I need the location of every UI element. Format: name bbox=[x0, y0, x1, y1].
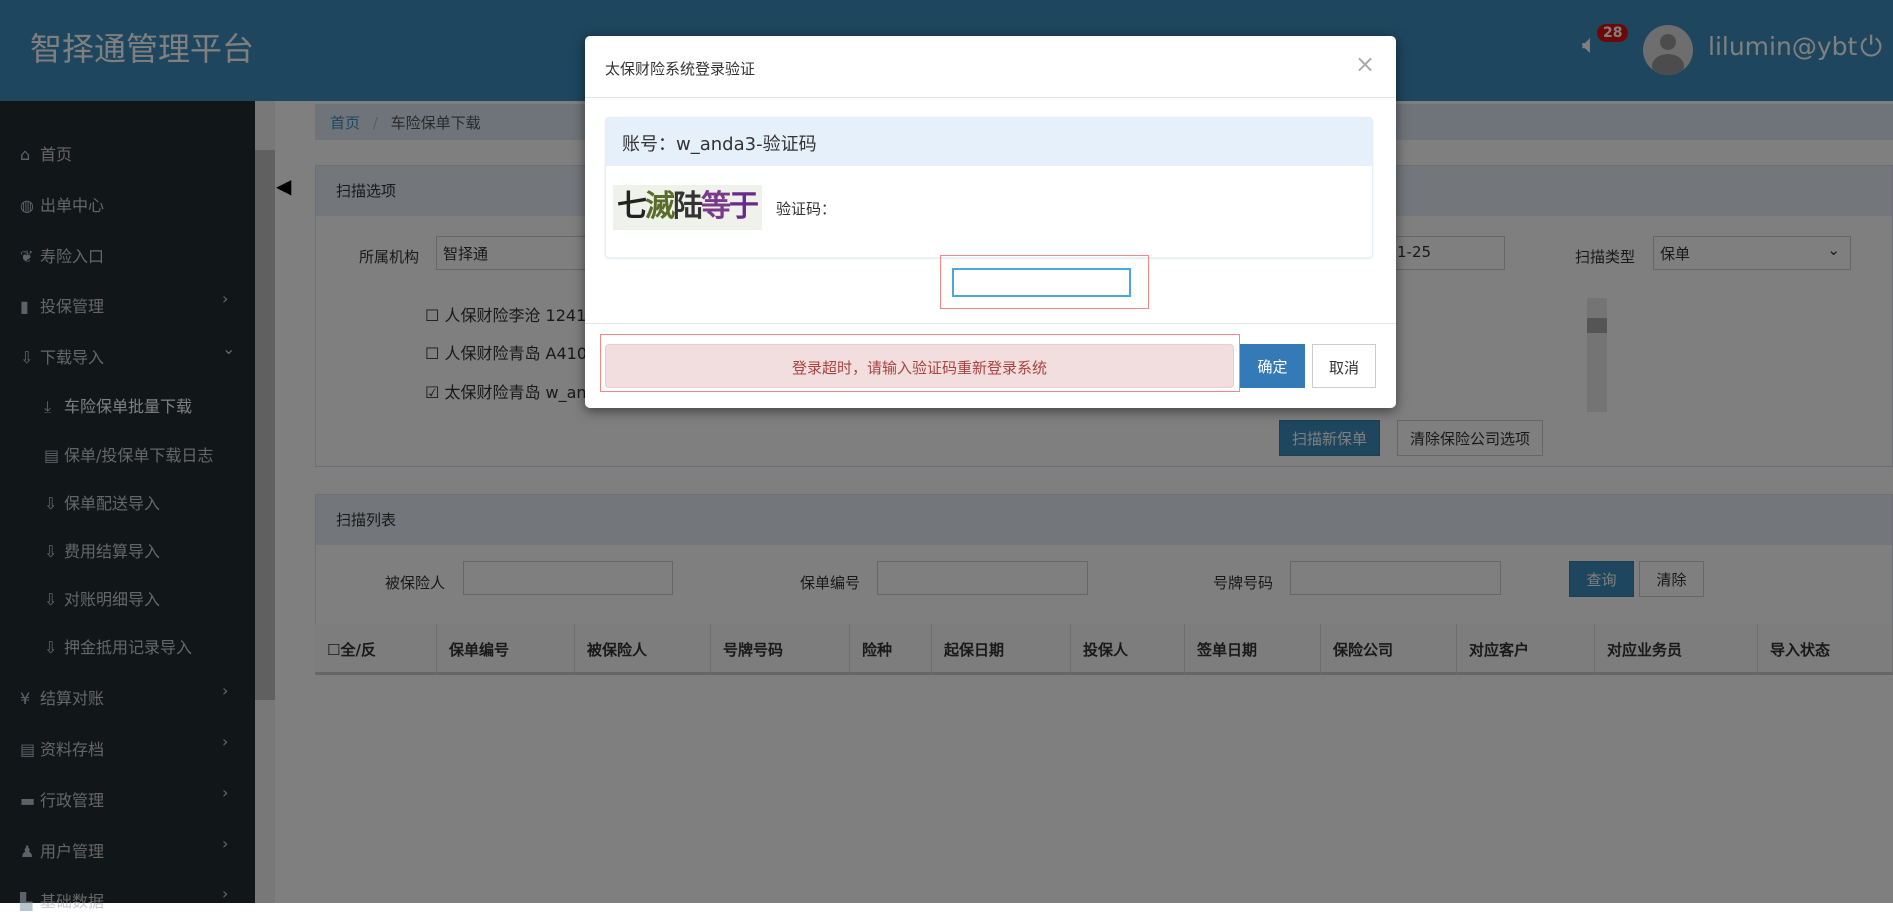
confirm-button[interactable]: 确定 bbox=[1240, 344, 1305, 388]
captcha-input[interactable] bbox=[952, 268, 1131, 297]
account-heading: 账号：w_anda3-验证码 bbox=[606, 118, 1372, 166]
cancel-button[interactable]: 取消 bbox=[1312, 344, 1376, 388]
close-icon[interactable]: × bbox=[1355, 50, 1375, 78]
divider bbox=[585, 323, 1396, 324]
dialog-title: 太保财险系统登录验证 bbox=[605, 60, 756, 78]
login-verification-dialog: 太保财险系统登录验证 × 账号：w_anda3-验证码 七滅陆等于 验证码： 登… bbox=[585, 36, 1396, 408]
captcha-image[interactable]: 七滅陆等于 bbox=[613, 185, 762, 230]
captcha-label: 验证码： bbox=[776, 200, 837, 218]
divider bbox=[585, 97, 1396, 98]
timeout-alert: 登录超时，请输入验证码重新登录系统 bbox=[605, 344, 1234, 388]
account-panel: 账号：w_anda3-验证码 七滅陆等于 验证码： bbox=[605, 117, 1373, 309]
